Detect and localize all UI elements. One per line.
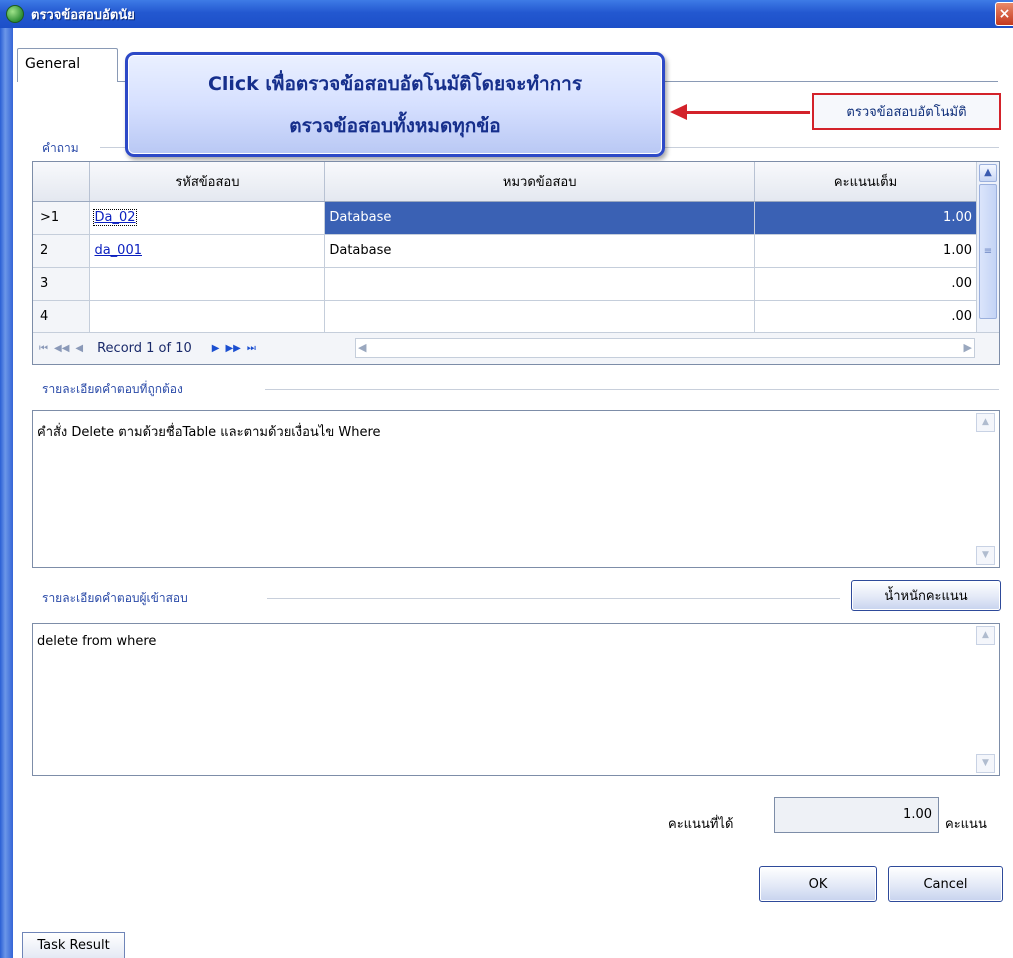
scroll-down-icon[interactable]: ▼ — [976, 546, 995, 565]
annotation-callout: Click เพื่อตรวจข้อสอบอัตโนมัติโดยจะทำการ… — [125, 52, 665, 157]
table-row[interactable]: >1 Da_02 Database 1.00 — [33, 201, 977, 235]
window-title: ตรวจข้อสอบอัตนัย — [31, 7, 135, 23]
grid-pager: ⏮ ◀◀ ◀ Record 1 of 10 ▶ ▶▶ ⏭ ◀ ▶ — [33, 332, 999, 364]
row-number: 3 — [40, 276, 49, 291]
next-page-icon[interactable]: ▶▶ — [225, 343, 240, 354]
scroll-left-icon[interactable]: ◀ — [358, 339, 366, 357]
questions-table: รหัสข้อสอบ หมวดข้อสอบ คะแนนเต็ม >1 Da_02… — [33, 162, 977, 334]
question-code-link[interactable]: da_001 — [94, 243, 142, 258]
scroll-down-icon[interactable]: ▼ — [976, 754, 995, 773]
last-record-icon[interactable]: ⏭ — [247, 343, 256, 354]
grid-header-code[interactable]: รหัสข้อสอบ — [89, 162, 326, 202]
record-counter: Record 1 of 10 — [97, 341, 192, 356]
row-number: 4 — [40, 309, 49, 324]
question-code-cell[interactable] — [89, 300, 326, 334]
examinee-answer-divider — [267, 598, 840, 599]
table-row[interactable]: 3 .00 — [33, 267, 977, 301]
scroll-right-icon[interactable]: ▶ — [964, 339, 972, 357]
auto-check-button[interactable]: ตรวจข้อสอบอัตโนมัติ — [812, 93, 1001, 130]
next-record-icon[interactable]: ▶ — [212, 343, 220, 354]
full-score-cell[interactable]: .00 — [754, 300, 977, 334]
title-bar: ตรวจข้อสอบอัตนัย × — [0, 0, 1013, 28]
callout-line-1: Click เพื่อตรวจข้อสอบอัตโนมัติโดยจะทำการ — [207, 73, 583, 95]
examinee-answer-scrollbar[interactable]: ▲ ▼ — [976, 626, 997, 773]
first-record-icon[interactable]: ⏮ — [39, 343, 48, 354]
row-number-cell[interactable]: 2 — [33, 234, 91, 268]
question-code-cell[interactable]: da_001 — [89, 234, 326, 268]
question-category-cell[interactable]: Database — [324, 234, 756, 268]
grid-header-category[interactable]: หมวดข้อสอบ — [324, 162, 756, 202]
row-number: 2 — [40, 243, 49, 258]
row-number-cell[interactable]: >1 — [33, 201, 91, 235]
ok-button[interactable]: OK — [759, 866, 877, 902]
row-number: 1 — [50, 210, 60, 225]
row-current-marker: > — [40, 210, 51, 225]
cancel-button[interactable]: Cancel — [888, 866, 1003, 902]
annotation-arrow-head — [670, 104, 687, 120]
correct-answer-divider — [265, 389, 999, 390]
score-label: คะแนนที่ได้ — [668, 817, 734, 832]
correct-answer-scrollbar[interactable]: ▲ ▼ — [976, 413, 997, 565]
correct-answer-textbox[interactable]: คำสั่ง Delete ตามด้วยชื่อTable และตามด้ว… — [32, 410, 1000, 568]
scroll-up-icon[interactable]: ▲ — [976, 413, 995, 432]
question-code-link[interactable]: Da_02 — [93, 209, 137, 226]
close-button[interactable]: × — [995, 2, 1013, 26]
grid-vertical-scrollbar[interactable]: ▲ ≡ — [976, 162, 999, 332]
correct-answer-text: คำสั่ง Delete ตามด้วยชื่อTable และตามด้ว… — [37, 425, 381, 440]
table-row[interactable]: 4 .00 — [33, 300, 977, 334]
grid-horizontal-scrollbar[interactable]: ◀ ▶ — [355, 338, 975, 358]
row-number-cell[interactable]: 3 — [33, 267, 91, 301]
examinee-answer-text: delete from where — [37, 634, 157, 649]
task-result-button[interactable]: Task Result — [22, 932, 125, 958]
full-score-cell[interactable]: 1.00 — [754, 234, 977, 268]
score-weight-button[interactable]: น้ำหนักคะแนน — [851, 580, 1001, 611]
questions-grid: รหัสข้อสอบ หมวดข้อสอบ คะแนนเต็ม >1 Da_02… — [32, 161, 1000, 365]
question-code-cell[interactable]: Da_02 — [89, 201, 326, 235]
callout-line-2: ตรวจข้อสอบทั้งหมดทุกข้อ — [289, 115, 501, 137]
window-left-border — [0, 28, 13, 958]
prev-record-icon[interactable]: ◀ — [75, 343, 83, 354]
full-score-cell[interactable]: .00 — [754, 267, 977, 301]
question-category-cell[interactable] — [324, 267, 756, 301]
full-score-cell[interactable]: 1.00 — [754, 201, 977, 235]
question-category-cell[interactable] — [324, 300, 756, 334]
grid-header-num — [33, 162, 91, 202]
grid-header-full-score[interactable]: คะแนนเต็ม — [754, 162, 977, 202]
examinee-answer-textbox[interactable]: delete from where ▲ ▼ — [32, 623, 1000, 776]
question-code-cell[interactable] — [89, 267, 326, 301]
table-row[interactable]: 2 da_001 Database 1.00 — [33, 234, 977, 268]
prev-page-icon[interactable]: ◀◀ — [54, 343, 69, 354]
scroll-thumb[interactable]: ≡ — [979, 184, 997, 319]
examinee-answer-label: รายละเอียดคำตอบผู้เข้าสอบ — [42, 591, 188, 605]
score-unit: คะแนน — [945, 817, 987, 832]
question-category-cell[interactable]: Database — [324, 201, 756, 235]
app-globe-icon — [6, 5, 24, 23]
grid-header-row: รหัสข้อสอบ หมวดข้อสอบ คะแนนเต็ม — [33, 162, 977, 202]
scroll-up-icon[interactable]: ▲ — [976, 626, 995, 645]
question-section-label: คำถาม — [42, 141, 79, 155]
score-value-field: 1.00 — [774, 797, 939, 833]
tab-general[interactable]: General — [17, 48, 118, 82]
correct-answer-label: รายละเอียดคำตอบที่ถูกต้อง — [42, 382, 183, 396]
annotation-arrow-line — [685, 111, 810, 114]
scroll-up-icon[interactable]: ▲ — [979, 164, 997, 182]
row-number-cell[interactable]: 4 — [33, 300, 91, 334]
